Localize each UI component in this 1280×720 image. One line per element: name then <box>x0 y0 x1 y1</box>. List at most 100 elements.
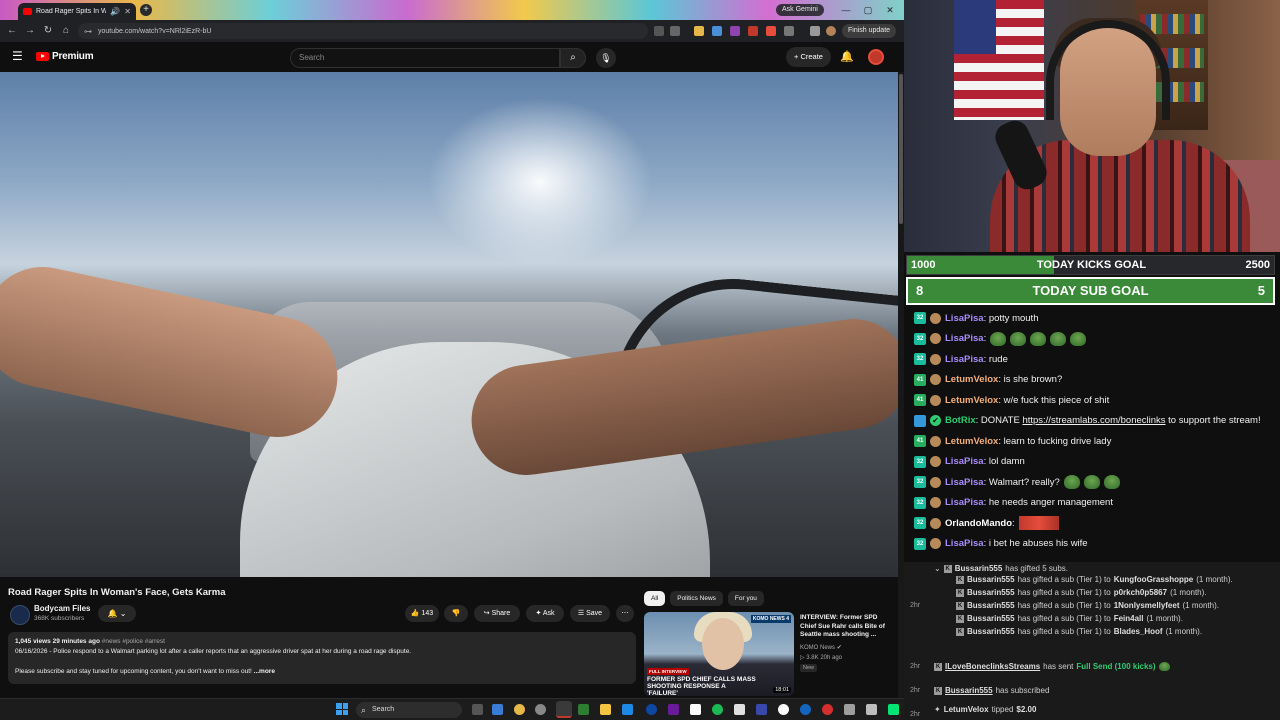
microphone-icon[interactable]: 🎙 <box>596 48 616 68</box>
ask-gemini-button[interactable]: Ask Gemini <box>776 4 824 16</box>
chat-link[interactable]: https://streamlabs.com/boneclinks <box>1022 415 1165 426</box>
app-icon[interactable] <box>690 704 701 715</box>
chip-for-you[interactable]: For you <box>727 591 764 606</box>
spotify-icon[interactable] <box>712 704 723 715</box>
taskbar-search[interactable]: Search <box>356 702 462 718</box>
app-icon[interactable] <box>646 704 657 715</box>
create-button[interactable]: + Create <box>786 47 831 67</box>
more-actions-button[interactable]: ⋯ <box>616 605 634 622</box>
recommended-thumbnail[interactable]: KOMO NEWS 4 FULL INTERVIEW FORMER SPD CH… <box>644 612 794 696</box>
recommended-channel[interactable]: KOMO News ✔ <box>800 644 842 651</box>
share-button[interactable]: ↪ Share <box>474 605 520 622</box>
notifications-bell-icon[interactable]: 🔔 <box>840 50 854 64</box>
new-tab-button[interactable]: + <box>140 4 152 16</box>
close-tab-icon[interactable]: ✕ <box>124 7 131 16</box>
app-icon[interactable] <box>866 704 877 715</box>
site-info-icon[interactable]: ⊶ <box>84 27 92 36</box>
save-button[interactable]: ☰ Save <box>570 605 610 622</box>
chat-username[interactable]: LisaPisa <box>945 354 984 365</box>
channel-avatar[interactable] <box>10 605 30 625</box>
account-avatar[interactable] <box>868 49 884 65</box>
collapse-chevron-icon[interactable]: ⌄ <box>934 564 941 573</box>
task-view-icon[interactable] <box>472 704 483 715</box>
chat-username[interactable]: LisaPisa <box>945 456 984 467</box>
finish-update-button[interactable]: Finish update <box>842 24 897 38</box>
search-input[interactable]: Search <box>290 48 560 68</box>
event-user[interactable]: Bussarin555 <box>967 627 1015 636</box>
chat-username[interactable]: LetumVelox <box>945 374 998 385</box>
like-button[interactable]: 👍 143 <box>405 605 439 622</box>
kick-icon[interactable] <box>888 704 899 715</box>
scrollbar-thumb[interactable] <box>899 74 903 224</box>
app-icon[interactable] <box>800 704 811 715</box>
recommended-title[interactable]: INTERVIEW: Former SPD Chief Sue Rahr cal… <box>800 614 894 640</box>
app-icon[interactable] <box>778 704 789 715</box>
close-window-icon[interactable]: ✕ <box>880 3 900 17</box>
channel-name[interactable]: Bodycam Files <box>34 604 90 613</box>
extension-icon[interactable] <box>712 26 722 36</box>
app-icon[interactable] <box>844 704 855 715</box>
chip-all[interactable]: All <box>644 591 666 606</box>
back-icon[interactable]: ← <box>6 25 18 37</box>
chat-username[interactable]: LisaPisa <box>945 313 984 324</box>
minimize-icon[interactable]: — <box>836 3 856 17</box>
gift-recipient[interactable]: KungfooGrasshoppe <box>1114 575 1194 584</box>
event-user[interactable]: Bussarin555 <box>967 614 1015 623</box>
app-icon[interactable] <box>756 704 767 715</box>
extension-icon[interactable] <box>748 26 758 36</box>
chat-username[interactable]: LisaPisa <box>945 477 984 488</box>
audio-icon[interactable]: 🔊 <box>110 7 120 16</box>
extension-icon[interactable] <box>730 26 740 36</box>
dislike-button[interactable]: 👎 <box>444 605 468 622</box>
bookmark-star-icon[interactable] <box>670 26 680 36</box>
search-icon[interactable]: ⌕ <box>560 48 586 68</box>
gift-recipient[interactable]: Fein4all <box>1114 614 1144 623</box>
url-field[interactable]: ⊶ youtube.com/watch?v=NRl2iEzR-bU <box>78 23 648 39</box>
gift-recipient[interactable]: p0rkch0p5867 <box>1114 588 1167 597</box>
app-icon[interactable] <box>622 704 633 715</box>
extensions-puzzle-icon[interactable] <box>784 26 794 36</box>
app-icon[interactable] <box>668 704 679 715</box>
profile-avatar[interactable] <box>826 26 836 36</box>
event-user[interactable]: Bussarin555 <box>967 575 1015 584</box>
app-icon[interactable] <box>734 704 745 715</box>
chat-username[interactable]: LetumVelox <box>945 395 998 406</box>
install-icon[interactable] <box>654 26 664 36</box>
app-icon[interactable] <box>578 704 589 715</box>
maximize-icon[interactable]: ▢ <box>858 3 878 17</box>
chrome-icon[interactable] <box>514 704 525 715</box>
sidebar-icon[interactable] <box>810 26 820 36</box>
chip-politics-news[interactable]: Politics News <box>670 591 723 606</box>
forward-icon[interactable]: → <box>24 25 36 37</box>
recommended-video[interactable]: KOMO NEWS 4 FULL INTERVIEW FORMER SPD CH… <box>644 612 894 696</box>
app-icon[interactable] <box>822 704 833 715</box>
app-icon[interactable] <box>535 704 546 715</box>
home-icon[interactable]: ⌂ <box>60 25 72 37</box>
chat-username[interactable]: LetumVelox <box>945 436 998 447</box>
windows-start-icon[interactable] <box>336 703 348 715</box>
subscription-bell-button[interactable]: 🔔 ⌄ <box>98 605 136 622</box>
youtube-premium-logo[interactable]: Premium <box>36 51 94 62</box>
browser-tab[interactable]: Road Rager Spits In Woma 🔊 ✕ <box>18 3 136 20</box>
event-user[interactable]: ILoveBoneclinksStreams <box>945 662 1040 671</box>
extension-icon[interactable] <box>694 26 704 36</box>
hamburger-menu-icon[interactable]: ☰ <box>12 50 24 62</box>
file-explorer-icon[interactable] <box>600 704 611 715</box>
gift-recipient[interactable]: 1Nonlysmellyfeet <box>1114 601 1180 610</box>
event-user[interactable]: Bussarin555 <box>955 564 1003 573</box>
chat-username[interactable]: LisaPisa <box>945 538 984 549</box>
event-user[interactable]: Bussarin555 <box>967 601 1015 610</box>
video-player[interactable] <box>0 72 898 577</box>
chat-username[interactable]: LisaPisa <box>945 333 984 344</box>
show-more-link[interactable]: ...more <box>254 668 275 675</box>
event-user[interactable]: Bussarin555 <box>967 588 1015 597</box>
gift-recipient[interactable]: Blades_Hoof <box>1114 627 1163 636</box>
event-user[interactable]: Bussarin555 <box>945 686 993 695</box>
chat-username[interactable]: OrlandoMando <box>945 518 1012 529</box>
extension-icon[interactable] <box>766 26 776 36</box>
chat-username[interactable]: LisaPisa <box>945 497 984 508</box>
ask-button[interactable]: ✦ Ask <box>526 605 564 622</box>
event-user[interactable]: LetumVelox <box>944 705 989 714</box>
active-app-indicator[interactable] <box>556 701 572 718</box>
description-box[interactable]: 1,045 views 29 minutes ago #news #police… <box>8 632 636 684</box>
